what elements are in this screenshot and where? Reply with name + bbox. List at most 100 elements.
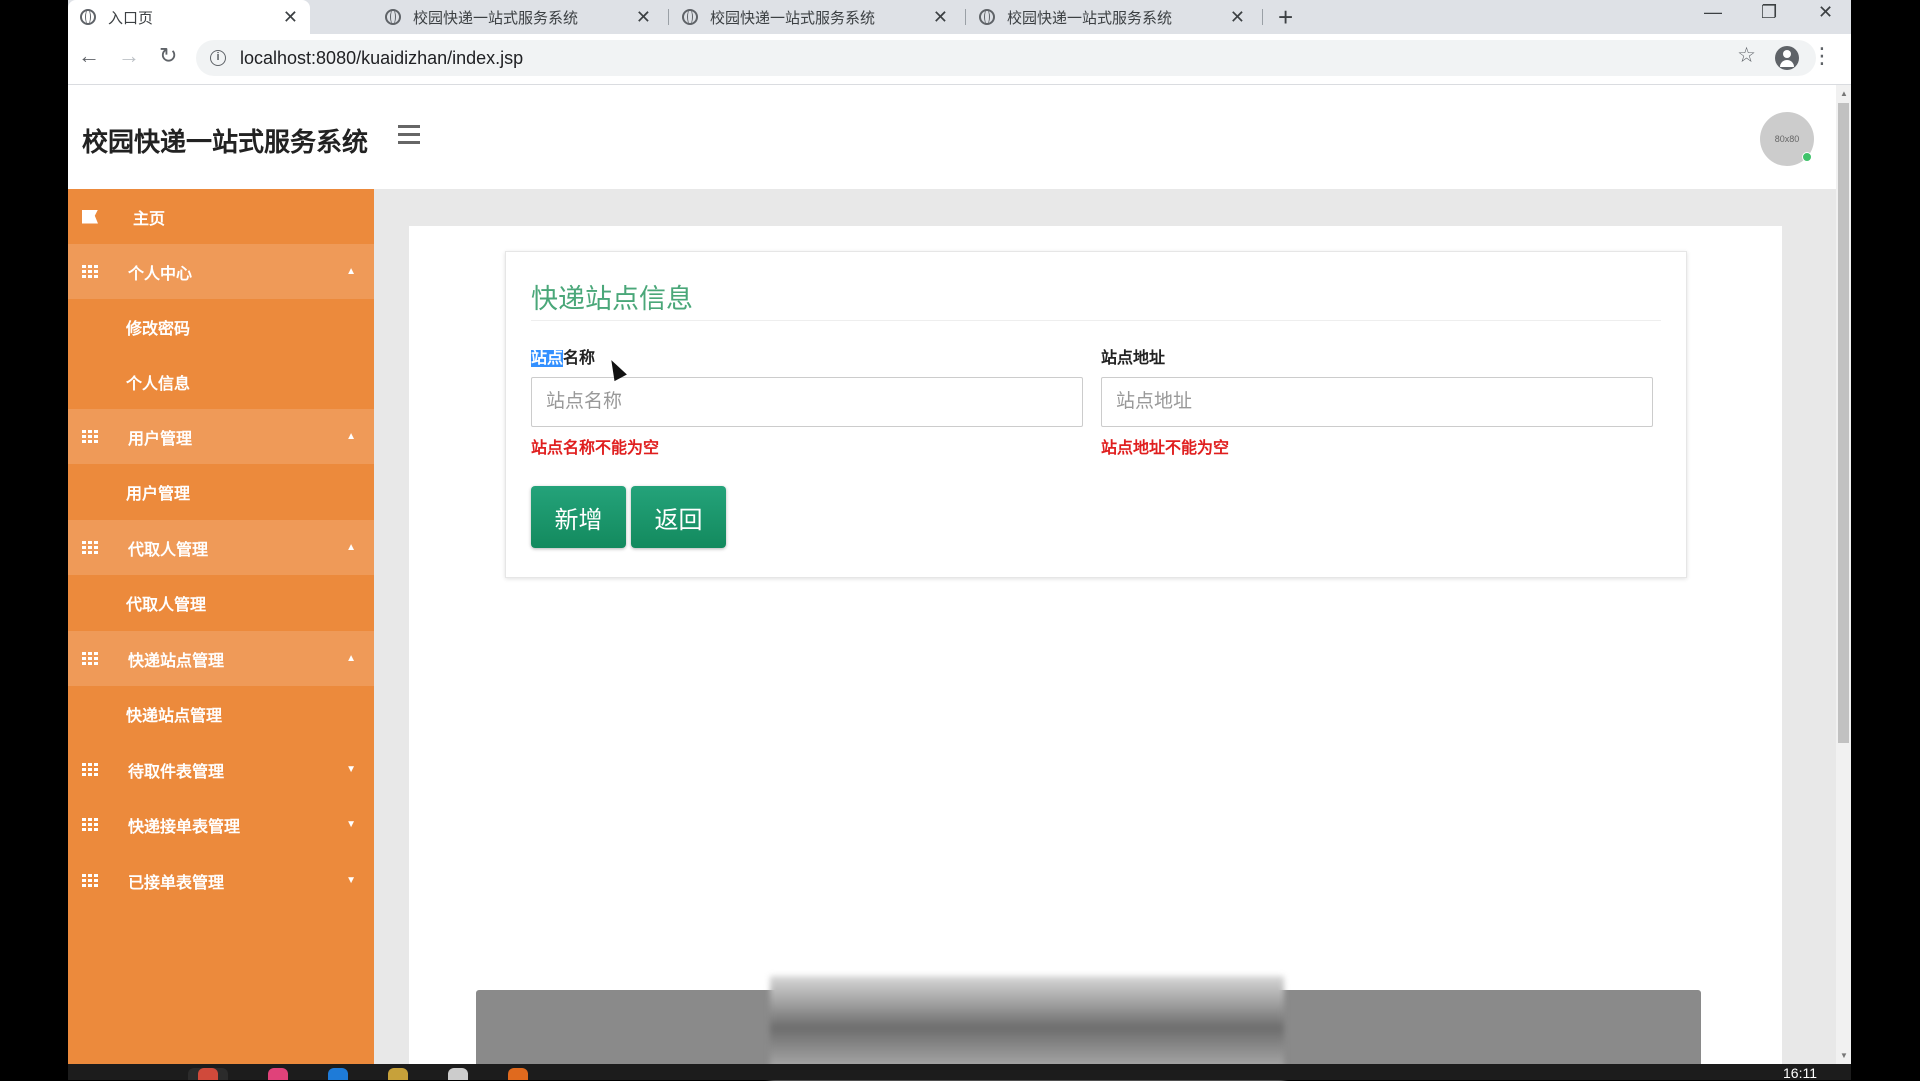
sidebar-item-label: 用户管理 <box>126 485 191 503</box>
browser-app-icon[interactable] <box>198 1068 218 1080</box>
sidebar-item-courier-management[interactable]: 代取人管理 <box>68 575 374 630</box>
hamburger-menu-icon[interactable] <box>398 125 420 149</box>
sidebar-item-personal-info[interactable]: 个人信息 <box>68 354 374 409</box>
station-name-label: 站点名称 <box>531 344 595 368</box>
station-form-card: 快递站点信息 站点名称 站点名称不能为空 站点地址 站点地址不能为空 新增 返回 <box>505 251 1687 578</box>
sidebar-item-label: 个人信息 <box>126 375 191 393</box>
caret-up-icon: ▲ <box>346 266 356 277</box>
scroll-up-arrow-icon[interactable]: ▲ <box>1840 89 1848 98</box>
caret-up-icon: ▲ <box>346 653 356 664</box>
browser-toolbar: ← → ↻ i localhost:8080/kuaidizhan/index.… <box>68 34 1851 85</box>
reload-icon[interactable]: ↻ <box>159 43 177 69</box>
tab-system-3[interactable]: 校园快递一站式服务系统 ✕ <box>967 0 1257 34</box>
grid-icon <box>82 540 98 555</box>
caret-down-icon: ▼ <box>346 819 356 830</box>
grid-icon <box>82 873 98 888</box>
sidebar-item-label: 快递站点管理 <box>126 707 223 725</box>
close-tab-icon[interactable]: ✕ <box>283 7 298 28</box>
sidebar-item-label: 快递接单表管理 <box>128 818 241 836</box>
form-title: 快递站点信息 <box>531 284 693 314</box>
station-name-label-rest: 名称 <box>563 350 596 367</box>
sidebar-group-station-management[interactable]: 快递站点管理 ▲ <box>68 631 374 686</box>
app-icon[interactable] <box>388 1068 408 1080</box>
sidebar-item-label: 个人中心 <box>128 265 193 283</box>
sidebar-item-label: 主页 <box>133 210 166 228</box>
avatar-placeholder-text: 80x80 <box>1774 134 1800 144</box>
scrollbar-thumb[interactable] <box>1838 103 1849 743</box>
app-header: 校园快递一站式服务系统 80x80 <box>68 85 1836 189</box>
tab-separator <box>965 9 966 25</box>
station-address-error: 站点地址不能为空 <box>1101 440 1230 457</box>
account-icon[interactable] <box>1775 46 1799 70</box>
sidebar-item-label: 代取人管理 <box>126 596 207 614</box>
tab-strip: 入口页 ✕ 校园快递一站式服务系统 ✕ 校园快递一站式服务系统 ✕ 校园快递一站… <box>68 0 1851 34</box>
tab-label: 校园快递一站式服务系统 <box>710 9 876 27</box>
new-tab-button[interactable]: + <box>1278 2 1293 33</box>
grid-icon <box>82 817 98 832</box>
sidebar-item-label: 修改密码 <box>126 320 191 338</box>
caret-up-icon: ▲ <box>346 542 356 553</box>
sidebar-item-accepted-orders[interactable]: 已接单表管理 ▼ <box>68 853 374 908</box>
sidebar-group-courier-management[interactable]: 代取人管理 ▲ <box>68 520 374 575</box>
tab-label: 入口页 <box>108 9 154 27</box>
sidebar-item-label: 已接单表管理 <box>128 874 225 892</box>
sidebar-item-home[interactable]: 主页 <box>68 189 374 244</box>
sidebar-group-user-management[interactable]: 用户管理 ▲ <box>68 409 374 464</box>
station-name-input[interactable] <box>531 377 1083 427</box>
app-icon[interactable] <box>508 1068 528 1080</box>
tab-label: 校园快递一站式服务系统 <box>1007 9 1173 27</box>
bookmark-star-icon[interactable]: ☆ <box>1737 43 1756 68</box>
caret-down-icon: ▼ <box>346 875 356 886</box>
grid-icon <box>82 264 98 279</box>
flag-icon <box>82 209 98 224</box>
selected-text: 站点 <box>531 350 564 367</box>
close-tab-icon[interactable]: ✕ <box>636 7 651 28</box>
avatar[interactable]: 80x80 <box>1760 112 1814 166</box>
back-button[interactable]: 返回 <box>631 486 726 548</box>
caret-down-icon: ▼ <box>346 764 356 775</box>
tab-separator <box>1262 9 1263 25</box>
globe-icon <box>385 9 401 25</box>
sidebar-item-user-management[interactable]: 用户管理 <box>68 464 374 519</box>
add-button[interactable]: 新增 <box>531 486 626 548</box>
app-icon[interactable] <box>448 1068 468 1080</box>
sidebar-item-label: 用户管理 <box>128 430 193 448</box>
window-close-icon[interactable]: ✕ <box>1818 2 1833 23</box>
station-address-input[interactable] <box>1101 377 1653 427</box>
station-name-error: 站点名称不能为空 <box>531 440 660 457</box>
close-tab-icon[interactable]: ✕ <box>1230 7 1245 28</box>
restore-icon[interactable]: ❐ <box>1761 2 1777 23</box>
close-tab-icon[interactable]: ✕ <box>933 7 948 28</box>
app-icon[interactable] <box>328 1068 348 1080</box>
tab-system-2[interactable]: 校园快递一站式服务系统 ✕ <box>670 0 960 34</box>
title-divider <box>531 320 1661 321</box>
back-arrow-icon[interactable]: ← <box>78 43 100 69</box>
sidebar-group-personal-center[interactable]: 个人中心 ▲ <box>68 244 374 299</box>
grid-icon <box>82 651 98 666</box>
scroll-down-arrow-icon[interactable]: ▼ <box>1840 1051 1848 1060</box>
tab-entry-page[interactable]: 入口页 ✕ <box>68 0 310 34</box>
address-url[interactable]: localhost:8080/kuaidizhan/index.jsp <box>240 48 523 69</box>
forward-arrow-icon[interactable]: → <box>118 43 140 69</box>
tab-system-1[interactable]: 校园快递一站式服务系统 ✕ <box>373 0 663 34</box>
sidebar-item-label: 快递站点管理 <box>128 652 225 670</box>
sidebar-item-change-password[interactable]: 修改密码 <box>68 299 374 354</box>
sidebar-item-station-management[interactable]: 快递站点管理 <box>68 686 374 741</box>
globe-icon <box>80 9 96 25</box>
minimize-icon[interactable]: — <box>1704 2 1722 23</box>
tab-separator <box>668 9 669 25</box>
vertical-scrollbar[interactable]: ▲ ▼ <box>1836 85 1851 1064</box>
tab-label: 校园快递一站式服务系统 <box>413 9 579 27</box>
kebab-menu-icon[interactable]: ⋮ <box>1811 43 1833 69</box>
info-icon[interactable]: i <box>210 50 226 66</box>
address-bar[interactable]: i localhost:8080/kuaidizhan/index.jsp <box>196 40 1816 76</box>
os-taskbar: 16:11 <box>68 1064 1851 1081</box>
sidebar-item-order-receiving[interactable]: 快递接单表管理 ▼ <box>68 797 374 852</box>
sidebar-item-pending-pickup[interactable]: 待取件表管理 ▼ <box>68 742 374 797</box>
caret-up-icon: ▲ <box>346 431 356 442</box>
sidebar: 主页 个人中心 ▲ 修改密码 个人信息 用户管理 ▲ 用户管理 代取人管理 ▲ … <box>68 189 374 1064</box>
app-icon[interactable] <box>268 1068 288 1080</box>
content-area: 快递站点信息 站点名称 站点名称不能为空 站点地址 站点地址不能为空 新增 返回 <box>374 189 1836 1064</box>
globe-icon <box>682 9 698 25</box>
sidebar-item-label: 待取件表管理 <box>128 763 225 781</box>
